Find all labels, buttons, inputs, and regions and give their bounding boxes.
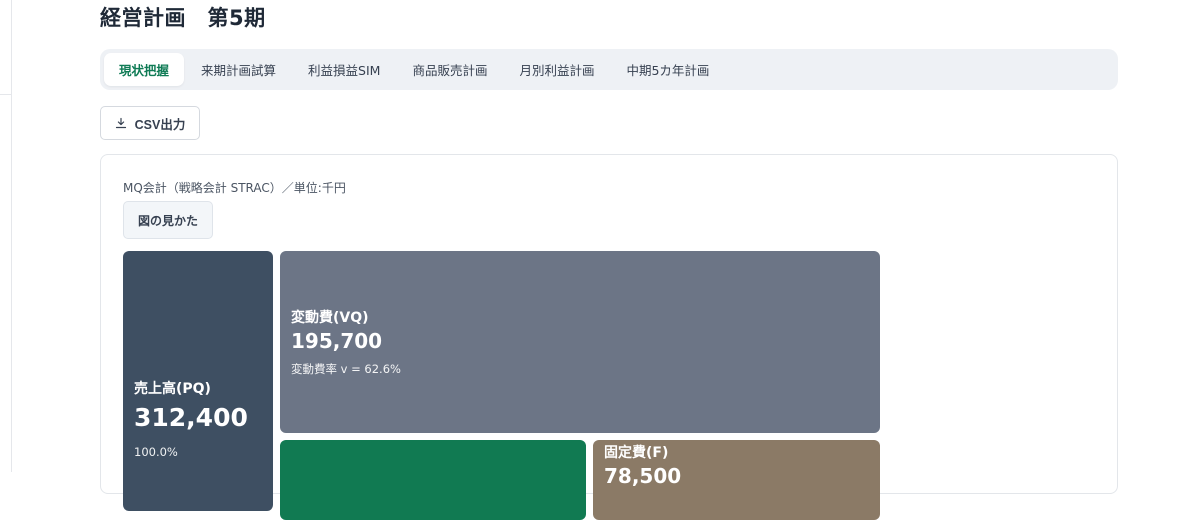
variable-cost-vq-block: 変動費(VQ) 195,700 変動費率 v = 62.6%	[280, 251, 880, 433]
sales-pq-block: 売上高(PQ) 312,400 100.0%	[123, 251, 273, 511]
tab-monthly-profit-plan[interactable]: 月別利益計画	[504, 53, 609, 86]
page-title: 経営計画 第5期	[100, 6, 266, 30]
sales-pq-label: 売上高(PQ)	[134, 381, 211, 397]
left-rail-divider	[0, 94, 12, 95]
tab-profit-loss-sim[interactable]: 利益損益SIM	[293, 53, 395, 86]
sales-pq-value: 312,400	[134, 403, 248, 432]
sales-pq-ratio: 100.0%	[134, 445, 178, 459]
marginal-profit-mq-block	[280, 440, 586, 520]
csv-export-label: CSV出力	[134, 117, 186, 132]
csv-export-button[interactable]: CSV出力	[100, 106, 200, 140]
tab-current-status[interactable]: 現状把握	[104, 53, 185, 86]
variable-cost-ratio: 変動費率 v = 62.6%	[291, 362, 401, 376]
tab-next-term-plan[interactable]: 来期計画試算	[186, 53, 291, 86]
fixed-cost-f-block: 固定費(F) 78,500	[593, 440, 880, 520]
card-caption: MQ会計（戦略会計 STRAC）／単位:千円	[123, 181, 346, 195]
fixed-cost-value: 78,500	[604, 464, 682, 488]
diagram-guide-button[interactable]: 図の見かた	[123, 201, 213, 239]
mq-accounting-card: MQ会計（戦略会計 STRAC）／単位:千円 図の見かた 売上高(PQ) 312…	[100, 154, 1118, 520]
variable-cost-value: 195,700	[291, 329, 383, 353]
fixed-cost-label: 固定費(F)	[604, 445, 669, 461]
left-rail	[0, 0, 12, 472]
variable-cost-label: 変動費(VQ)	[291, 310, 369, 326]
tab-five-year-plan[interactable]: 中期5カ年計画	[611, 53, 724, 86]
tab-bar: 現状把握 来期計画試算 利益損益SIM 商品販売計画 月別利益計画 中期5カ年計…	[100, 49, 1118, 90]
tab-product-sales-plan[interactable]: 商品販売計画	[397, 53, 502, 86]
download-icon	[115, 117, 127, 129]
